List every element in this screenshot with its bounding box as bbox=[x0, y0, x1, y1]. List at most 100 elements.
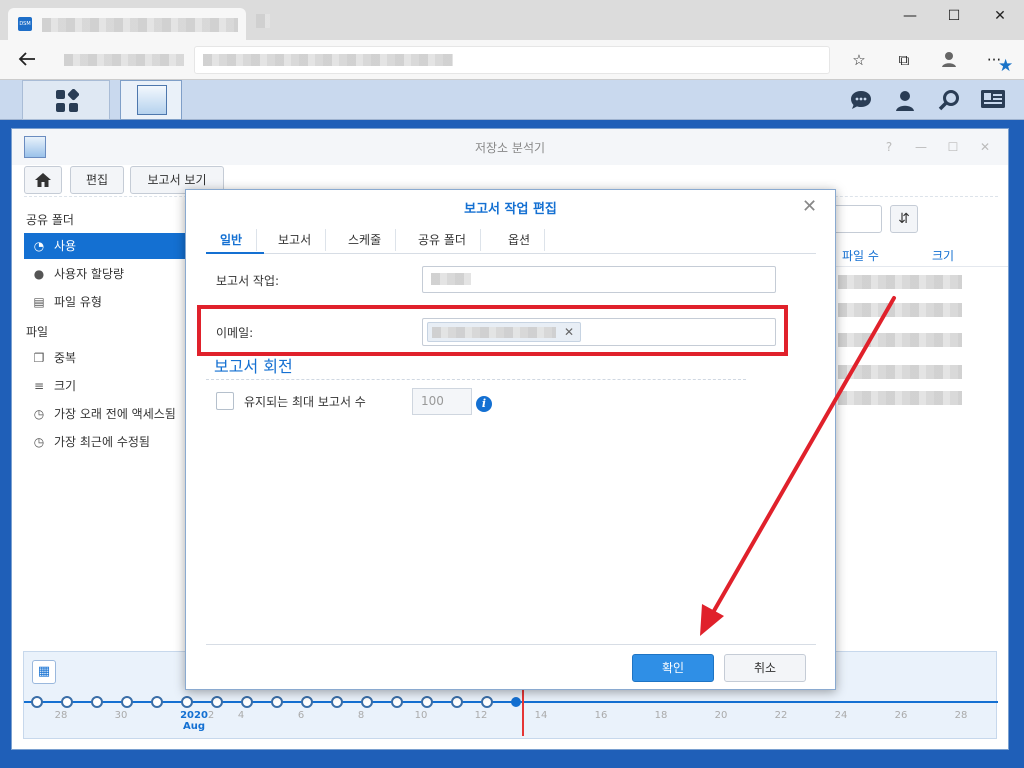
collections-icon[interactable]: ⧉ bbox=[893, 50, 915, 70]
ok-button[interactable]: 확인 bbox=[632, 654, 714, 682]
timeline-tick-label: 16 bbox=[594, 710, 608, 721]
sidebar-item-file-type[interactable]: ▤ 파일 유형 bbox=[24, 289, 202, 315]
storage-analyzer-icon bbox=[137, 85, 167, 115]
timeline-cursor[interactable] bbox=[522, 690, 524, 736]
timeline-tick-label: 30 bbox=[114, 710, 128, 721]
main-menu-button[interactable] bbox=[22, 80, 110, 120]
timeline-point[interactable] bbox=[241, 696, 253, 708]
timeline-point[interactable] bbox=[271, 696, 283, 708]
column-size[interactable]: 크기 bbox=[932, 247, 954, 264]
sidebar-item-recently-modified[interactable]: ◷ 가장 최근에 수정됨 bbox=[24, 429, 202, 455]
timeline-point[interactable] bbox=[451, 696, 463, 708]
table-row[interactable] bbox=[838, 391, 962, 405]
timeline-tick-label: 8 bbox=[357, 710, 365, 721]
timeline-point[interactable] bbox=[481, 696, 493, 708]
sidebar-item-size[interactable]: ≡ 크기 bbox=[24, 373, 202, 399]
app-icon bbox=[24, 136, 46, 158]
calendar-icon[interactable]: ▦ bbox=[32, 660, 56, 684]
main-menu-icon bbox=[55, 88, 80, 116]
table-row[interactable] bbox=[838, 275, 962, 289]
sidebar-item-user-quota[interactable]: ● 사용자 할당량 bbox=[24, 261, 202, 287]
back-arrow-icon[interactable] bbox=[16, 48, 40, 70]
column-file-count[interactable]: 파일 수 bbox=[842, 247, 879, 264]
max-reports-label: 유지되는 최대 보고서 수 bbox=[244, 395, 366, 409]
sort-icon[interactable]: ⇵ bbox=[890, 205, 918, 233]
tab-options[interactable]: 옵션 bbox=[494, 229, 546, 251]
close-icon[interactable]: ✕ bbox=[802, 198, 817, 216]
timeline-point[interactable] bbox=[61, 696, 73, 708]
nav-redacted bbox=[64, 54, 184, 66]
address-text-redacted bbox=[203, 54, 453, 66]
report-rotation-title: 보고서 회전 bbox=[214, 357, 293, 376]
timeline-tick-label: 6 bbox=[297, 710, 305, 721]
timeline-point[interactable] bbox=[91, 696, 103, 708]
sidebar-item-least-accessed[interactable]: ◷ 가장 오래 전에 액세스됨 bbox=[24, 401, 202, 427]
annotation-highlight-box bbox=[197, 305, 788, 356]
timeline-point[interactable] bbox=[391, 696, 403, 708]
browser-tab[interactable]: DSM bbox=[8, 8, 246, 40]
new-tab-redacted[interactable] bbox=[256, 14, 270, 28]
shared-folder-header: 공유 폴더 bbox=[26, 213, 74, 227]
pie-chart-icon: ◔ bbox=[33, 239, 45, 253]
max-reports-input[interactable]: 100 bbox=[412, 388, 472, 415]
max-reports-checkbox[interactable] bbox=[216, 392, 234, 410]
active-tab-indicator bbox=[206, 252, 264, 254]
timeline-point[interactable] bbox=[421, 696, 433, 708]
timeline-tick-label: 14 bbox=[534, 710, 548, 721]
close-icon[interactable]: ✕ bbox=[976, 139, 994, 155]
filter-input[interactable] bbox=[832, 205, 882, 233]
tab-schedule[interactable]: 스케줄 bbox=[334, 229, 397, 251]
timeline-point[interactable] bbox=[361, 696, 373, 708]
timeline-tick-label: 12 bbox=[474, 710, 488, 721]
tab-shared-folder[interactable]: 공유 폴더 bbox=[404, 229, 481, 251]
minimize-icon[interactable]: — bbox=[912, 139, 930, 155]
profile-icon[interactable] bbox=[938, 50, 960, 70]
info-icon[interactable]: i bbox=[476, 396, 492, 412]
home-button[interactable] bbox=[24, 166, 62, 194]
timeline-tick-label: 28 bbox=[54, 710, 68, 721]
timeline-point[interactable] bbox=[331, 696, 343, 708]
cancel-button[interactable]: 취소 bbox=[724, 654, 806, 682]
section-divider bbox=[206, 379, 746, 380]
timeline-point[interactable] bbox=[121, 696, 133, 708]
browser-titlebar: DSM — ☐ ✕ bbox=[0, 0, 1024, 40]
timeline-point[interactable] bbox=[301, 696, 313, 708]
close-window-button[interactable]: ✕ bbox=[986, 6, 1014, 26]
minimize-button[interactable]: — bbox=[896, 6, 924, 26]
home-icon bbox=[35, 173, 51, 187]
table-row[interactable] bbox=[838, 303, 962, 317]
edit-report-task-dialog: 보고서 작업 편집 ✕ 일반 보고서 스케줄 공유 폴더 옵션 보고서 작업: … bbox=[185, 189, 836, 690]
clock-icon: ◷ bbox=[33, 435, 45, 449]
help-icon[interactable]: ? bbox=[880, 139, 898, 155]
sidebar-item-duplicates[interactable]: ❐ 중복 bbox=[24, 345, 202, 371]
timeline-tick-label: 4 bbox=[237, 710, 245, 721]
table-row[interactable] bbox=[838, 365, 962, 379]
maximize-button[interactable]: ☐ bbox=[940, 6, 968, 26]
edit-button[interactable]: 편집 bbox=[70, 166, 124, 194]
chat-icon[interactable] bbox=[848, 88, 874, 112]
dsm-favicon-icon: DSM bbox=[18, 17, 32, 31]
size-bars-icon: ≡ bbox=[33, 379, 45, 393]
address-bar[interactable]: ★ bbox=[194, 46, 1013, 75]
browser-toolbar: ★ ☆ ⧉ ··· bbox=[0, 40, 1024, 80]
timeline-tick-label: 24 bbox=[834, 710, 848, 721]
tab-general[interactable]: 일반 bbox=[206, 229, 258, 251]
tab-report[interactable]: 보고서 bbox=[264, 229, 327, 251]
widgets-icon[interactable] bbox=[980, 88, 1006, 112]
more-icon[interactable]: ··· bbox=[983, 50, 1005, 70]
timeline-point[interactable] bbox=[31, 696, 43, 708]
table-row[interactable] bbox=[838, 333, 962, 347]
timeline-point[interactable] bbox=[151, 696, 163, 708]
report-task-label: 보고서 작업: bbox=[216, 274, 280, 288]
timeline-point[interactable] bbox=[511, 697, 521, 707]
file-header: 파일 bbox=[26, 325, 49, 339]
timeline-point[interactable] bbox=[211, 696, 223, 708]
user-icon[interactable] bbox=[892, 88, 918, 112]
storage-analyzer-taskbar-button[interactable] bbox=[120, 80, 182, 120]
report-task-input[interactable] bbox=[422, 266, 776, 293]
maximize-icon[interactable]: ☐ bbox=[944, 139, 962, 155]
sidebar-item-usage[interactable]: ◔ 사용 bbox=[24, 233, 202, 259]
favorites-icon[interactable]: ☆ bbox=[848, 50, 870, 70]
timeline-point[interactable] bbox=[181, 696, 193, 708]
search-icon[interactable] bbox=[936, 88, 962, 112]
